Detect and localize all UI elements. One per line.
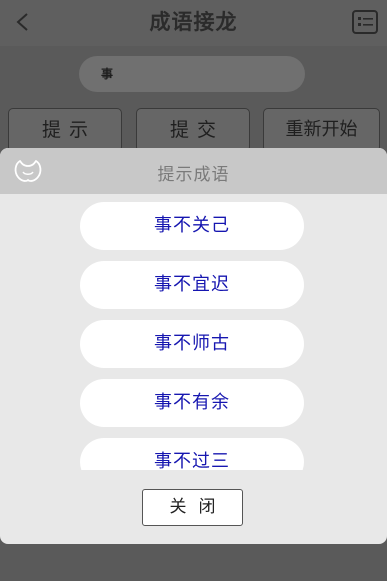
hint-button[interactable]: 提示 — [8, 108, 122, 152]
submit-button[interactable]: 提交 — [136, 108, 250, 152]
idiom-option[interactable]: 事不关己 — [80, 202, 304, 250]
dialog-title: 提示成语 — [157, 165, 230, 185]
idiom-option-list[interactable]: 事不关己 事不宜迟 事不师古 事不有余 事不过三 — [0, 194, 387, 470]
current-word-text: 事 — [101, 67, 114, 81]
list-icon — [358, 17, 373, 26]
current-word-field: 事 — [79, 56, 305, 92]
restart-button[interactable]: 重新开始 — [263, 108, 380, 152]
menu-button[interactable] — [352, 10, 378, 34]
page-title: 成语接龙 — [149, 10, 238, 34]
idiom-option[interactable]: 事不有余 — [80, 379, 304, 427]
idiom-option[interactable]: 事不师古 — [80, 320, 304, 368]
dialog-header: 提示成语 — [0, 148, 387, 194]
top-bar: 成语接龙 — [0, 0, 387, 46]
hint-dialog: 提示成语 事不关己 事不宜迟 事不师古 事不有余 事不过三 关闭 — [0, 148, 387, 544]
close-button[interactable]: 关闭 — [142, 489, 243, 526]
idiom-option[interactable]: 事不过三 — [80, 438, 304, 470]
idiom-option[interactable]: 事不宜迟 — [80, 261, 304, 309]
